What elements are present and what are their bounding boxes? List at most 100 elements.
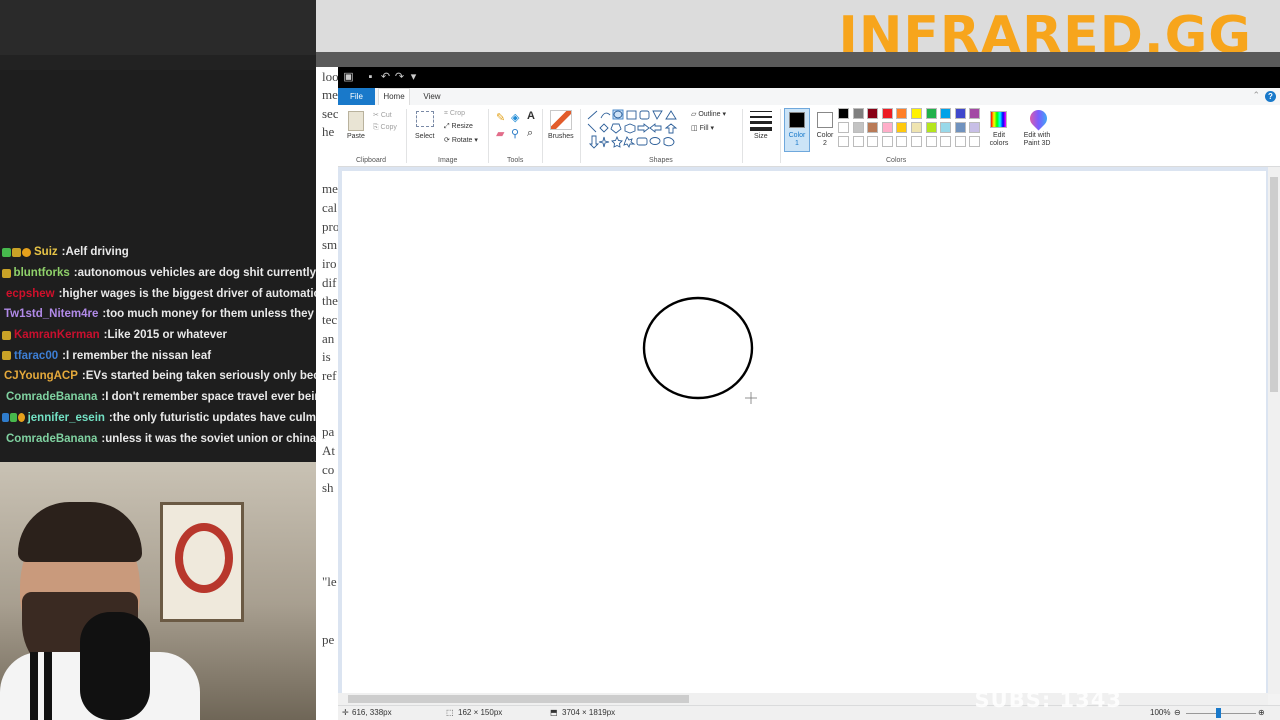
palette-color-swatch[interactable] bbox=[852, 122, 864, 133]
custom-color-slot[interactable] bbox=[954, 136, 966, 147]
text-tool-icon[interactable]: A bbox=[527, 110, 535, 122]
palette-color-swatch[interactable] bbox=[954, 108, 966, 119]
customize-toolbar-icon[interactable]: ▾ bbox=[407, 71, 420, 84]
chat-username[interactable]: bluntforks bbox=[14, 267, 70, 279]
tab-home[interactable]: Home bbox=[378, 88, 410, 105]
drawing-canvas[interactable] bbox=[342, 171, 1266, 693]
document-text-fragment: he bbox=[322, 124, 335, 139]
custom-color-slot[interactable] bbox=[852, 136, 864, 147]
color1-swatch bbox=[789, 112, 805, 128]
chat-username[interactable]: ComradeBanana bbox=[6, 433, 97, 445]
vertical-scrollbar[interactable] bbox=[1268, 167, 1280, 694]
vertical-scroll-thumb[interactable] bbox=[1270, 177, 1278, 392]
custom-color-slot[interactable] bbox=[969, 136, 981, 147]
palette-color-swatch[interactable] bbox=[881, 108, 893, 119]
palette-color-swatch[interactable] bbox=[911, 108, 922, 119]
zoom-slider[interactable] bbox=[1186, 713, 1256, 714]
chat-username[interactable]: tfarac00 bbox=[14, 350, 58, 362]
palette-color-swatch[interactable] bbox=[838, 122, 849, 133]
color1-label: Color 1 bbox=[788, 132, 806, 147]
chat-username[interactable]: KamranKerman bbox=[14, 329, 100, 341]
paint-app-icon: ▣ bbox=[343, 71, 354, 83]
size-icon[interactable] bbox=[750, 111, 772, 112]
palette-color-swatch[interactable] bbox=[881, 122, 893, 133]
pencil-icon[interactable]: ✎ bbox=[496, 111, 505, 124]
custom-color-slot[interactable] bbox=[911, 136, 922, 147]
chat-badge-icon bbox=[22, 247, 31, 257]
crop-button[interactable]: Crop bbox=[450, 110, 465, 117]
tab-file[interactable]: File bbox=[338, 88, 375, 105]
size-button[interactable]: Size bbox=[754, 133, 768, 140]
horizontal-scrollbar[interactable] bbox=[338, 693, 1268, 705]
custom-color-slot[interactable] bbox=[867, 136, 879, 147]
document-text-fragment: tec bbox=[322, 312, 338, 327]
cut-button[interactable]: Cut bbox=[381, 112, 392, 119]
custom-color-slot[interactable] bbox=[896, 136, 908, 147]
paint3d-icon[interactable] bbox=[1026, 106, 1051, 131]
palette-color-swatch[interactable] bbox=[969, 122, 981, 133]
chat-text: Like 2015 or whatever bbox=[107, 329, 228, 342]
palette-color-swatch[interactable] bbox=[954, 122, 966, 133]
fill-bucket-icon[interactable]: ◈ bbox=[511, 111, 519, 124]
save-icon[interactable]: ▪ bbox=[364, 71, 377, 84]
help-icon[interactable]: ? bbox=[1265, 91, 1276, 102]
color2-label[interactable]: Color 2 bbox=[815, 132, 835, 148]
palette-color-swatch[interactable] bbox=[852, 108, 864, 119]
zoom-out-icon[interactable]: ⊖ bbox=[1174, 708, 1181, 717]
chat-message: bluntforks: autonomous vehicles are dog … bbox=[0, 263, 316, 284]
custom-color-slot[interactable] bbox=[940, 136, 952, 147]
chat-username[interactable]: jennifer_esein bbox=[28, 412, 105, 424]
edit-colors-button[interactable]: Edit colors bbox=[986, 132, 1012, 148]
palette-color-swatch[interactable] bbox=[969, 108, 981, 119]
magnifier-icon[interactable]: ⌕ bbox=[527, 127, 533, 140]
chat-message: ComradeBanana: I don't remember space tr… bbox=[0, 387, 316, 408]
zoom-slider-thumb[interactable] bbox=[1216, 708, 1221, 718]
rotate-button[interactable]: Rotate bbox=[452, 137, 473, 144]
stream-top-strip bbox=[0, 55, 316, 70]
paste-icon[interactable] bbox=[348, 111, 364, 131]
stream-screen: Suiz: Aelf driving bluntforks: autonomous… bbox=[0, 0, 1280, 720]
color2-swatch[interactable] bbox=[817, 112, 833, 128]
select-button[interactable]: Select bbox=[415, 133, 434, 140]
custom-color-slot[interactable] bbox=[881, 136, 893, 147]
select-icon[interactable] bbox=[416, 111, 434, 127]
brushes-icon[interactable] bbox=[550, 110, 572, 130]
chat-username[interactable]: CJYoungACP bbox=[4, 370, 78, 382]
undo-icon[interactable]: ↶ bbox=[379, 71, 392, 84]
palette-color-swatch[interactable] bbox=[911, 122, 922, 133]
chat-message-list: Suiz: Aelf driving bluntforks: autonomous… bbox=[0, 242, 316, 449]
palette-color-swatch[interactable] bbox=[896, 108, 908, 119]
palette-color-swatch[interactable] bbox=[940, 122, 952, 133]
copy-button[interactable]: Copy bbox=[381, 124, 397, 131]
collapse-ribbon-icon[interactable]: ⌃ bbox=[1252, 90, 1260, 101]
canvas-size-icon: ⬒ bbox=[550, 708, 558, 717]
palette-color-swatch[interactable] bbox=[896, 122, 908, 133]
palette-color-swatch[interactable] bbox=[925, 108, 937, 119]
outline-dropdown[interactable]: Outline bbox=[698, 111, 720, 118]
edit-with-paint3d-button[interactable]: Edit with Paint 3D bbox=[1020, 132, 1054, 148]
custom-color-slot[interactable] bbox=[838, 136, 849, 147]
shapes-gallery[interactable] bbox=[586, 109, 682, 153]
chat-username[interactable]: Tw1std_Nitem4re bbox=[4, 308, 98, 320]
fill-dropdown[interactable]: Fill bbox=[700, 125, 709, 132]
zoom-in-icon[interactable]: ⊕ bbox=[1258, 708, 1265, 717]
tab-view[interactable]: View bbox=[420, 88, 444, 105]
palette-color-swatch[interactable] bbox=[940, 108, 952, 119]
chat-badge-icon bbox=[2, 413, 9, 423]
horizontal-scroll-thumb[interactable] bbox=[348, 695, 689, 703]
chat-username[interactable]: ComradeBanana bbox=[6, 391, 97, 403]
paste-button[interactable]: Paste bbox=[347, 133, 365, 140]
palette-color-swatch[interactable] bbox=[925, 122, 937, 133]
redo-icon[interactable]: ↷ bbox=[393, 71, 406, 84]
eraser-icon[interactable]: ▰ bbox=[496, 127, 504, 140]
color-picker-icon[interactable]: ⚲ bbox=[511, 127, 519, 140]
chat-username[interactable]: Suiz bbox=[34, 246, 58, 258]
brushes-button[interactable]: Brushes bbox=[548, 133, 574, 140]
chat-username[interactable]: ecpshew bbox=[6, 288, 55, 300]
palette-color-swatch[interactable] bbox=[867, 108, 879, 119]
resize-button[interactable]: Resize bbox=[452, 123, 473, 130]
edit-colors-icon[interactable] bbox=[990, 111, 1007, 128]
palette-color-swatch[interactable] bbox=[867, 122, 879, 133]
custom-color-slot[interactable] bbox=[925, 136, 937, 147]
palette-color-swatch[interactable] bbox=[838, 108, 849, 119]
